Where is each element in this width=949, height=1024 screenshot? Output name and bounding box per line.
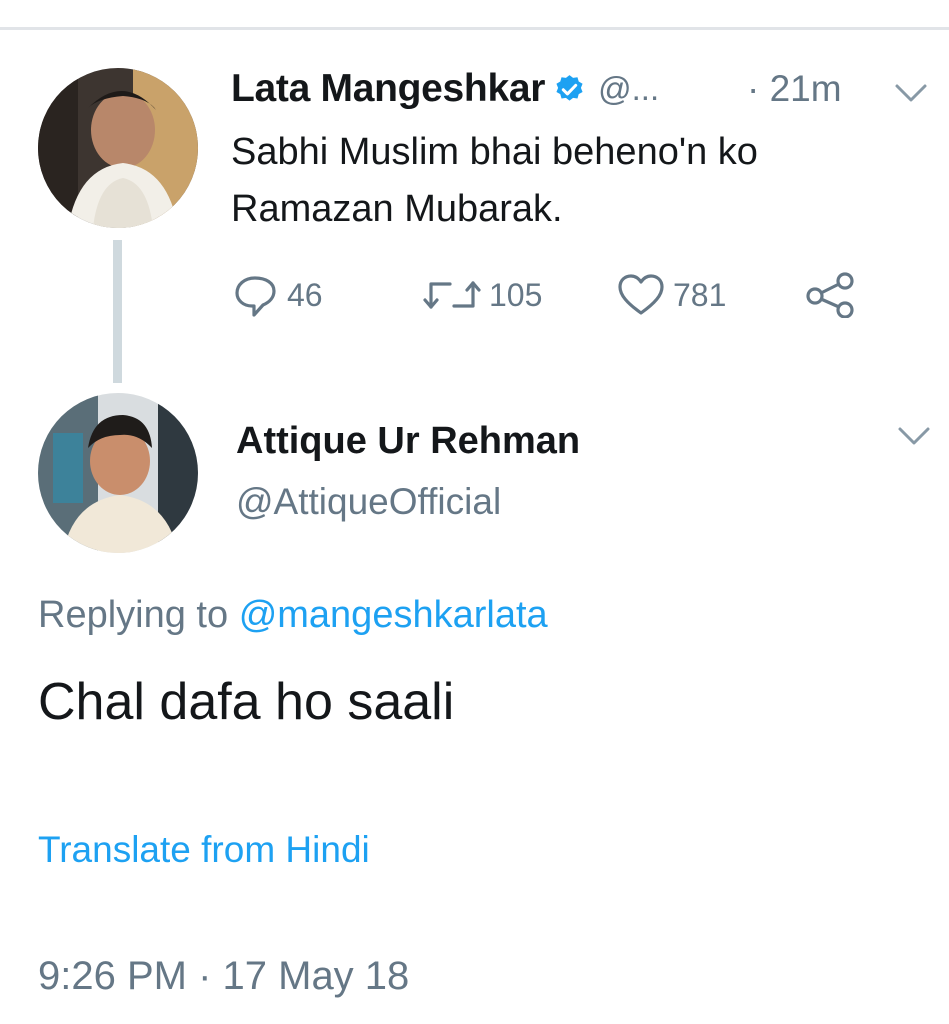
retweet-icon — [423, 281, 481, 309]
reply-icon — [235, 276, 276, 317]
reply-count: 46 — [287, 276, 323, 313]
translate-link[interactable]: Translate from Hindi — [38, 829, 370, 871]
avatar[interactable] — [38, 68, 198, 228]
verified-badge-icon — [553, 73, 586, 106]
display-name[interactable]: Lata Mangeshkar — [231, 67, 545, 111]
retweet-count: 105 — [489, 276, 543, 313]
heart-icon — [618, 274, 664, 315]
tweet-header: Lata Mangeshkar @... — [231, 62, 659, 116]
tweet-text: Chal dafa ho saali — [38, 673, 455, 731]
tweet-actions: 46 105 781 — [0, 270, 949, 320]
replying-to-label: Replying to — [38, 594, 229, 636]
tweet-text: Sabhi Muslim bhai beheno'n ko Ramazan Mu… — [231, 131, 758, 230]
chevron-down-icon[interactable] — [897, 425, 931, 447]
tweet-time[interactable]: · 21m — [747, 62, 842, 116]
replying-to-mention-link[interactable]: @mangeshkarlata — [239, 594, 548, 636]
tweet-timestamp: 9:26 PM · 17 May 18 — [38, 954, 410, 998]
handle[interactable]: @... — [598, 70, 659, 108]
like-button[interactable]: 781 — [617, 270, 726, 320]
avatar[interactable] — [38, 393, 198, 553]
share-button[interactable] — [805, 270, 857, 320]
reply-button[interactable]: 46 — [233, 270, 323, 320]
chevron-down-icon[interactable] — [894, 82, 928, 104]
handle[interactable]: @AttiqueOfficial — [236, 481, 501, 523]
top-divider — [0, 27, 949, 30]
like-count: 781 — [673, 276, 727, 313]
retweet-button[interactable]: 105 — [423, 270, 542, 320]
display-name[interactable]: Attique Ur Rehman — [236, 420, 580, 463]
replying-to: Replying to @mangeshkarlata — [38, 594, 548, 637]
share-icon — [806, 272, 854, 318]
